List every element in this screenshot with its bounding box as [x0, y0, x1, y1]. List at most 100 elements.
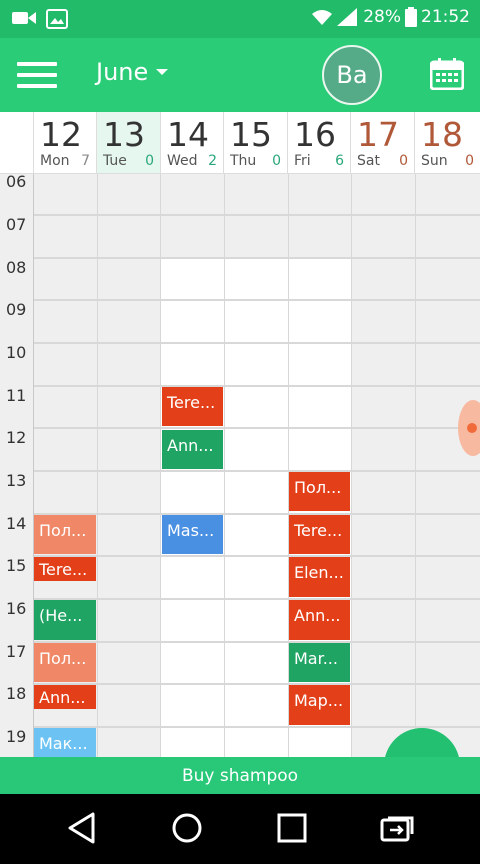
switch-icon[interactable] [378, 808, 418, 848]
event-block[interactable]: Ann... [34, 685, 96, 709]
back-icon[interactable] [62, 808, 102, 848]
event-block[interactable]: Mas... [162, 515, 223, 554]
image-icon [46, 9, 68, 29]
day-event-count: 0 [399, 153, 408, 169]
day-name: Fri [294, 153, 311, 169]
event-block[interactable]: Ann... [162, 430, 223, 469]
day-name: Sun [421, 153, 448, 169]
hour-label: 16 [6, 599, 27, 618]
event-block[interactable]: Mar... [289, 643, 350, 682]
event-block[interactable]: (He... [34, 600, 96, 640]
day-header-sat[interactable]: 17 Sat 0 [351, 112, 415, 174]
status-bar: 28% 21:52 [0, 0, 480, 38]
day-name: Wed [167, 153, 198, 169]
event-block[interactable]: Мак... [34, 728, 96, 757]
hour-divider [34, 342, 480, 344]
column-divider [97, 174, 98, 757]
event-block[interactable]: Пол... [34, 515, 96, 554]
signal-icon [337, 8, 358, 26]
hour-label: 12 [6, 428, 27, 447]
hour-divider [34, 598, 480, 600]
hour-label: 17 [6, 642, 27, 661]
hour-label: 07 [6, 215, 27, 234]
hour-label: 08 [6, 258, 27, 277]
menu-line [17, 62, 57, 66]
hour-label: 11 [6, 386, 27, 405]
menu-line [17, 73, 57, 77]
day-event-count: 0 [272, 153, 281, 169]
hamburger-icon[interactable] [17, 62, 57, 88]
hour-label: 18 [6, 684, 27, 703]
app-toolbar: June Ba [0, 38, 480, 112]
hour-divider [34, 726, 480, 728]
hour-divider [34, 257, 480, 259]
day-name: Mon [40, 153, 70, 169]
month-label: June [96, 58, 149, 86]
handle-dot [467, 423, 477, 433]
hour-divider [34, 641, 480, 643]
calendar-icon[interactable] [430, 58, 464, 90]
day-header-mon[interactable]: 12 Mon 7 [34, 112, 97, 174]
hour-label: 13 [6, 471, 27, 490]
hour-label: 15 [6, 556, 27, 575]
month-dropdown[interactable]: June [96, 58, 169, 86]
hour-label: 06 [6, 172, 27, 191]
event-block[interactable]: Tere... [34, 557, 96, 581]
day-event-count: 0 [145, 153, 154, 169]
day-number: 14 [167, 115, 209, 154]
drag-handle[interactable] [458, 400, 480, 456]
event-block[interactable]: Пол... [289, 472, 350, 511]
column-divider [415, 174, 416, 757]
day-number: 17 [357, 115, 399, 154]
battery-icon [405, 7, 417, 27]
avatar[interactable]: Ba [322, 45, 382, 105]
reminder-banner[interactable]: Buy shampoo [0, 757, 480, 794]
day-event-count: 2 [208, 153, 217, 169]
event-block[interactable]: Elen... [289, 557, 350, 597]
hour-divider [34, 385, 480, 387]
day-header-sun[interactable]: 18 Sun 0 [415, 112, 480, 174]
day-header-wed[interactable]: 14 Wed 2 [161, 112, 224, 174]
day-name: Tue [103, 153, 127, 169]
day-name: Thu [230, 153, 257, 169]
day-header-thu[interactable]: 15 Thu 0 [224, 112, 288, 174]
recents-icon[interactable] [272, 808, 312, 848]
week-grid[interactable]: 12 Mon 7 13 Tue 0 14 Wed 2 15 Thu 0 16 F… [0, 112, 480, 757]
hour-divider [34, 683, 480, 685]
status-left-icons [12, 9, 68, 29]
event-block[interactable]: Tere... [289, 515, 350, 554]
status-right: 28% 21:52 [311, 7, 470, 27]
battery-text: 28% [363, 7, 401, 27]
wifi-icon [312, 10, 333, 25]
hour-divider [34, 555, 480, 557]
hour-divider [34, 470, 480, 472]
column-divider [351, 174, 352, 757]
menu-line [17, 84, 57, 88]
event-block[interactable]: Tere... [162, 387, 223, 426]
home-icon[interactable] [167, 808, 207, 848]
day-event-count: 0 [465, 153, 474, 169]
day-header-fri[interactable]: 16 Fri 6 [288, 112, 351, 174]
day-event-count: 6 [335, 153, 344, 169]
avatar-initials: Ba [336, 61, 368, 89]
day-number: 12 [40, 115, 82, 154]
clock-text: 21:52 [421, 7, 470, 27]
event-block[interactable]: Мар... [289, 685, 350, 725]
day-number: 18 [421, 115, 463, 154]
chevron-down-icon [156, 69, 169, 75]
video-icon [12, 12, 36, 24]
hour-label: 10 [6, 343, 27, 362]
day-name: Sat [357, 153, 380, 169]
event-block[interactable]: Пол... [34, 643, 96, 682]
hour-label: 19 [6, 727, 27, 746]
hour-label: 09 [6, 300, 27, 319]
hour-label: 14 [6, 514, 27, 533]
hour-divider [34, 214, 480, 216]
event-block[interactable]: Ann... [289, 600, 350, 640]
column-divider [224, 174, 225, 757]
hour-divider [34, 427, 480, 429]
hour-divider [34, 513, 480, 515]
column-divider [160, 174, 161, 757]
grid-corner [0, 112, 34, 174]
day-header-tue[interactable]: 13 Tue 0 [97, 112, 161, 174]
